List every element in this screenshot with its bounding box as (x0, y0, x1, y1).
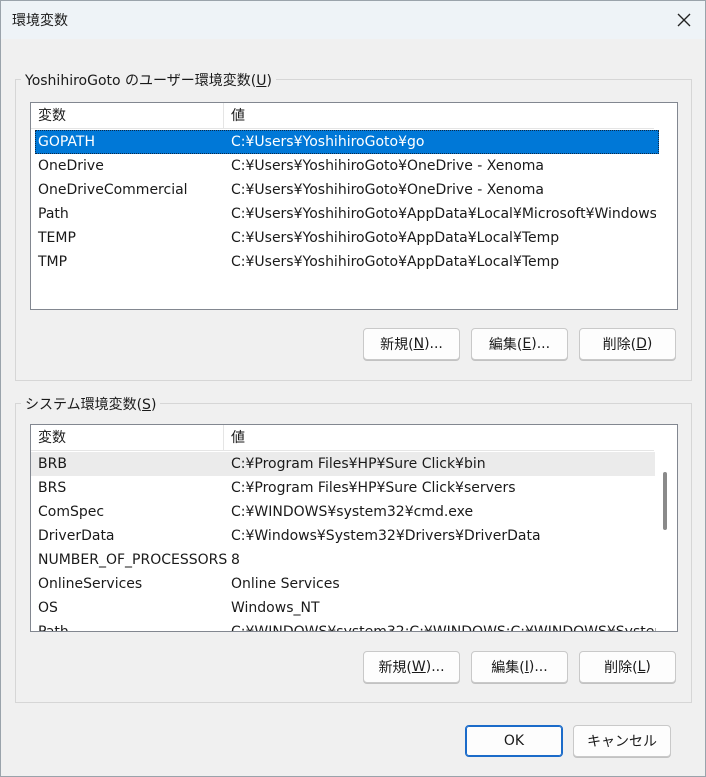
user-new-button[interactable]: 新規(N)... (363, 328, 460, 360)
system-list-scrollbar[interactable] (660, 452, 670, 631)
table-row[interactable]: DriverData C:¥Windows¥System32¥Drivers¥D… (31, 524, 677, 548)
user-delete-button[interactable]: 削除(D) (579, 328, 676, 360)
table-row[interactable]: GOPATH C:¥Users¥YoshihiroGoto¥go (35, 130, 659, 154)
environment-variables-dialog: 環境変数 YoshihiroGoto のユーザー環境変数(U) 変数 値 GOP… (0, 0, 706, 777)
table-row[interactable]: NUMBER_OF_PROCESSORS 8 (31, 548, 677, 572)
user-variables-label: YoshihiroGoto のユーザー環境変数(U) (21, 70, 276, 90)
window-title: 環境変数 (12, 13, 68, 29)
user-edit-button[interactable]: 編集(E)... (471, 328, 568, 360)
system-variables-label: システム環境変数(S) (21, 394, 161, 414)
scroll-thumb[interactable] (663, 472, 667, 530)
ok-button[interactable]: OK (465, 725, 563, 757)
system-delete-button[interactable]: 削除(L) (579, 651, 676, 683)
column-header-variable[interactable]: 変数 (31, 425, 224, 451)
system-list-rows: BRB C:¥Program Files¥HP¥Sure Click¥bin B… (31, 452, 677, 631)
column-header-value[interactable]: 値 (224, 425, 654, 451)
table-row[interactable]: OnlineServices Online Services (31, 572, 677, 596)
table-row[interactable]: Path C:¥WINDOWS¥system32;C:¥WINDOWS;C:¥W… (31, 620, 677, 631)
table-row[interactable]: OneDrive C:¥Users¥YoshihiroGoto¥OneDrive… (31, 154, 677, 178)
table-row[interactable]: OneDriveCommercial C:¥Users¥YoshihiroGot… (31, 178, 677, 202)
table-row[interactable]: TEMP C:¥Users¥YoshihiroGoto¥AppData¥Loca… (31, 226, 677, 250)
table-row[interactable]: TMP C:¥Users¥YoshihiroGoto¥AppData¥Local… (31, 250, 677, 274)
close-icon (677, 13, 691, 27)
user-variables-list[interactable]: 変数 値 GOPATH C:¥Users¥YoshihiroGoto¥go On… (30, 102, 678, 310)
system-list-header: 変数 値 (31, 425, 654, 451)
system-edit-button[interactable]: 編集(I)... (471, 651, 568, 683)
user-list-rows: GOPATH C:¥Users¥YoshihiroGoto¥go OneDriv… (31, 130, 677, 274)
title-bar: 環境変数 (1, 1, 705, 39)
table-row[interactable]: OS Windows_NT (31, 596, 677, 620)
column-header-variable[interactable]: 変数 (31, 103, 224, 129)
column-header-value[interactable]: 値 (224, 103, 654, 129)
system-new-button[interactable]: 新規(W)... (363, 651, 460, 683)
cancel-button[interactable]: キャンセル (573, 725, 671, 757)
system-variables-list[interactable]: 変数 値 BRB C:¥Program Files¥HP¥Sure Click¥… (30, 424, 678, 632)
table-row[interactable]: BRS C:¥Program Files¥HP¥Sure Click¥serve… (31, 476, 677, 500)
table-row[interactable]: Path C:¥Users¥YoshihiroGoto¥AppData¥Loca… (31, 202, 677, 226)
close-button[interactable] (661, 1, 706, 39)
table-row[interactable]: BRB C:¥Program Files¥HP¥Sure Click¥bin (31, 452, 655, 476)
table-row[interactable]: ComSpec C:¥WINDOWS¥system32¥cmd.exe (31, 500, 677, 524)
user-list-header: 変数 値 (31, 103, 654, 129)
